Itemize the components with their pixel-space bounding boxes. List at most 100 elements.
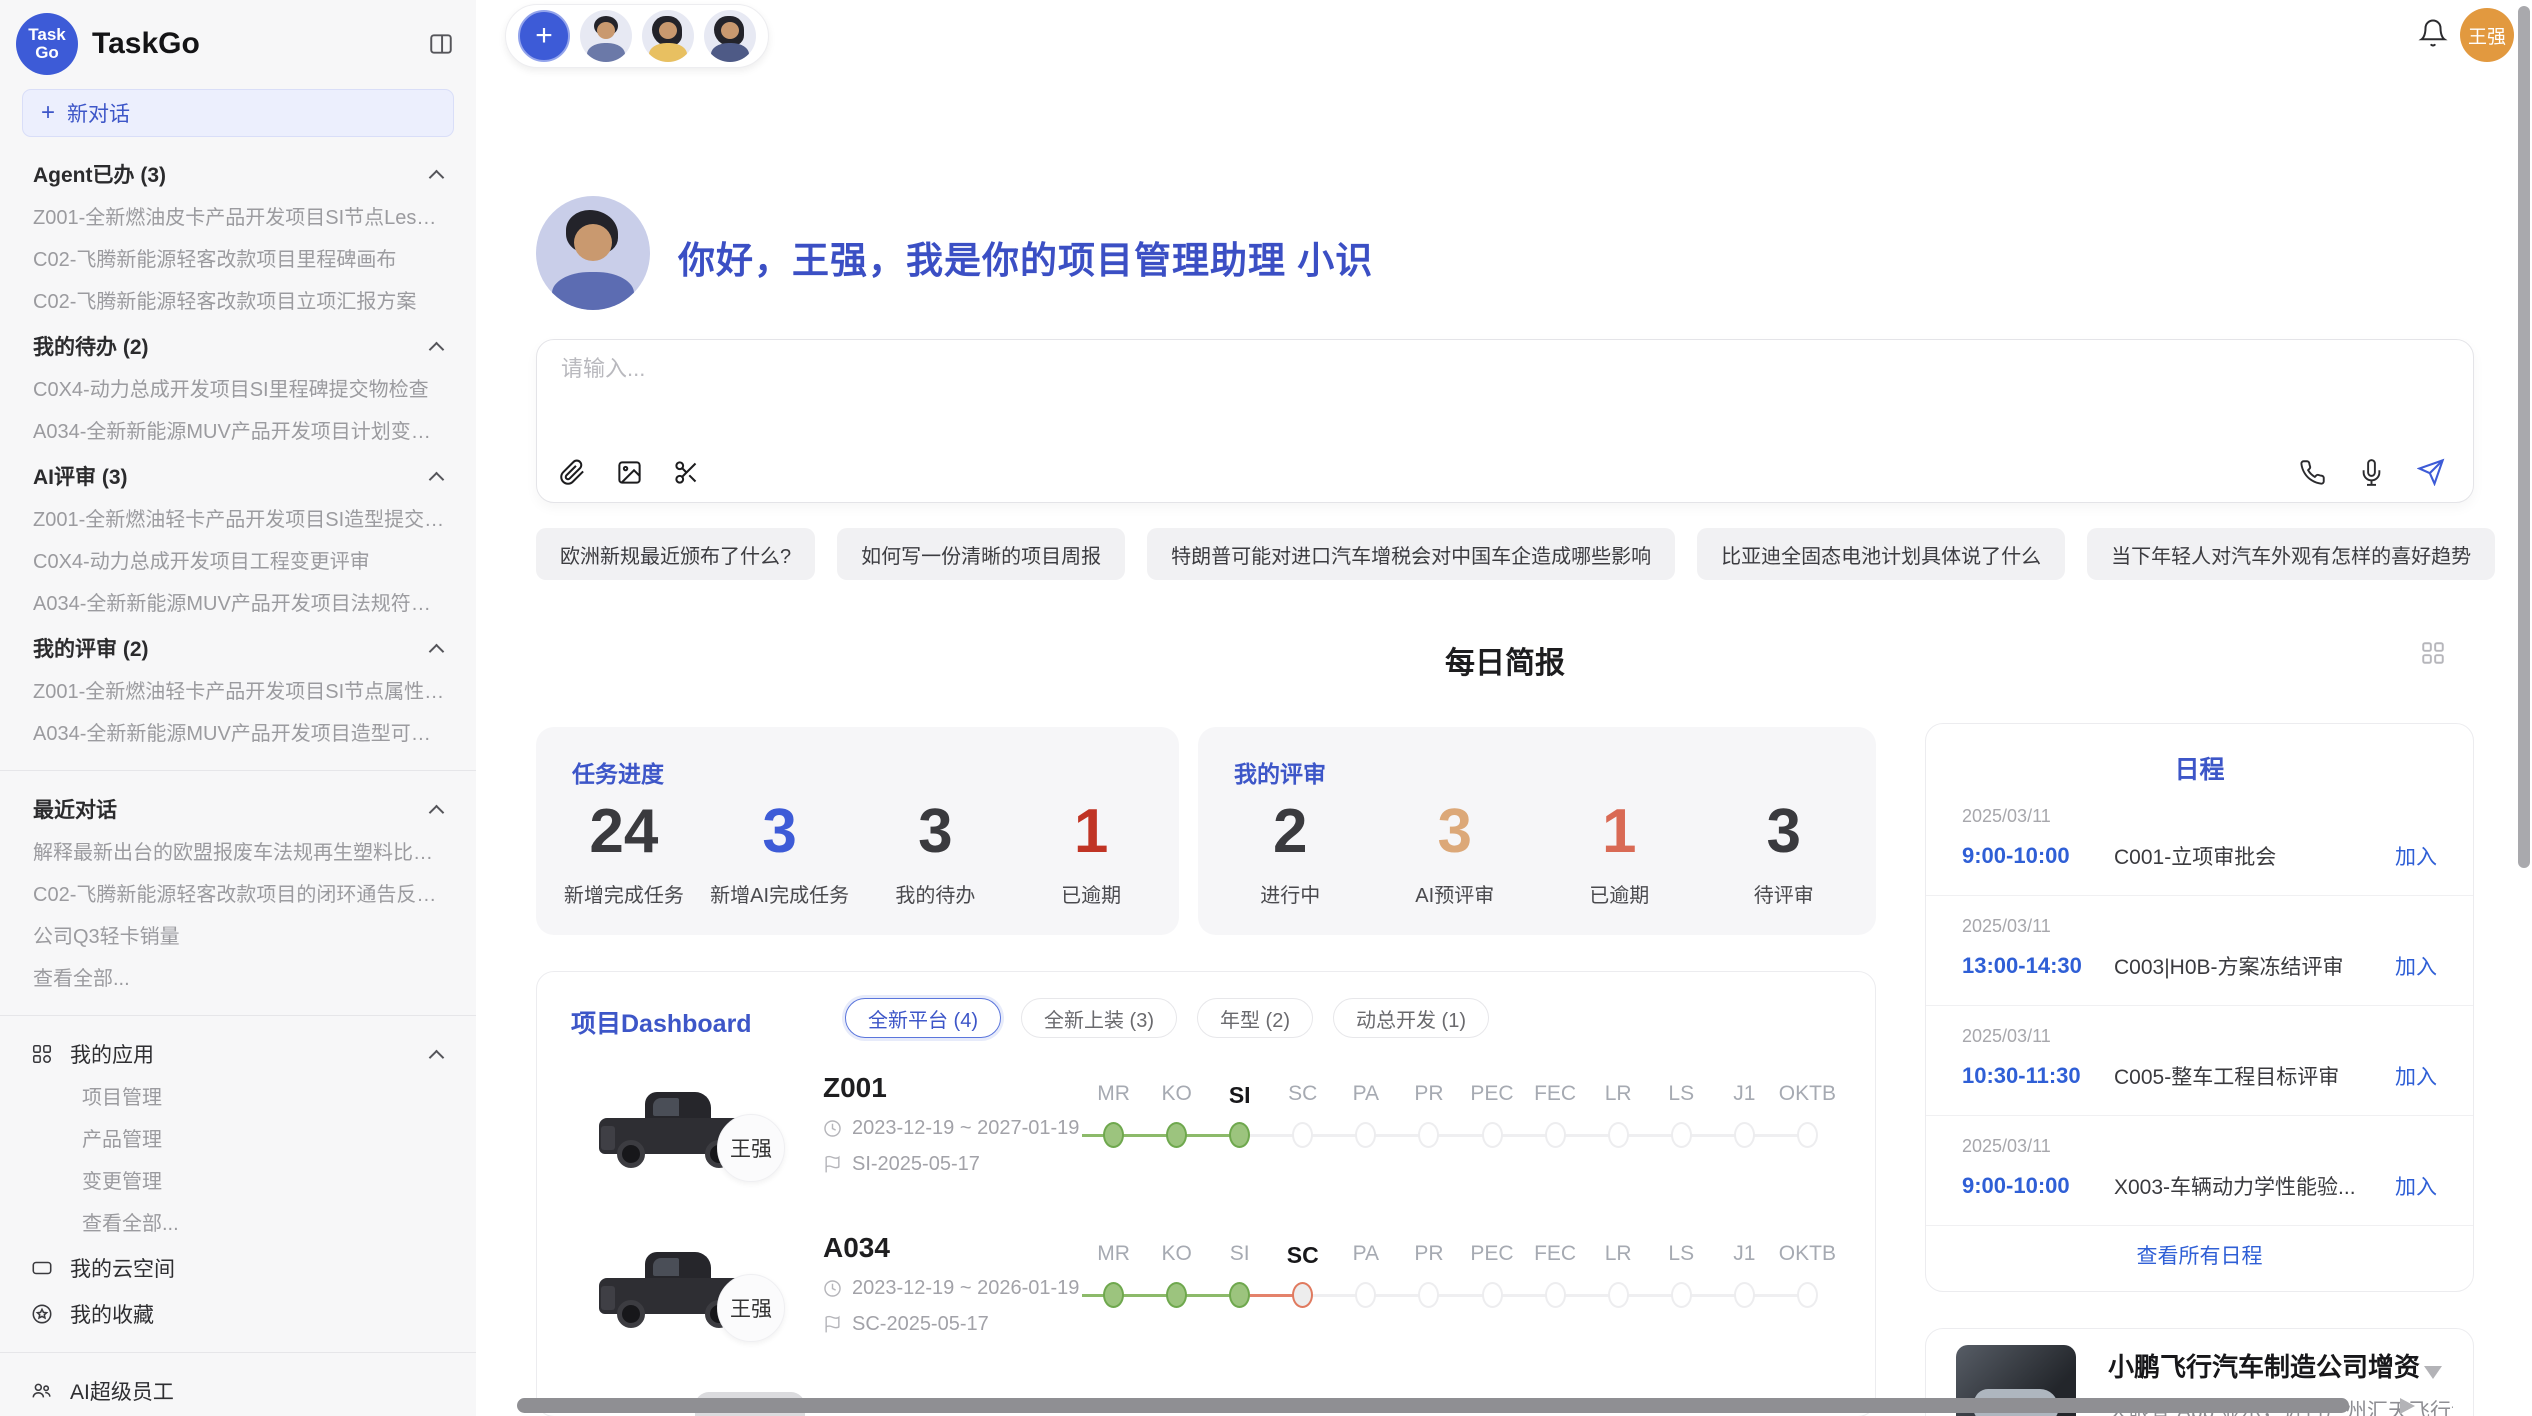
event-time: 10:30-11:30 bbox=[1962, 1063, 2114, 1089]
suggestion-chip[interactable]: 当下年轻人对汽车外观有怎样的喜好趋势 bbox=[2087, 528, 2495, 580]
scissors-icon[interactable] bbox=[673, 459, 700, 486]
stat: 24新增完成任务 bbox=[546, 801, 702, 908]
sidebar-task-item[interactable]: C0X4-动力总成开发项目SI里程碑提交物检查 bbox=[0, 369, 476, 411]
app-link-product-mgmt[interactable]: 产品管理 bbox=[0, 1119, 476, 1161]
new-chat-button[interactable]: + 新对话 bbox=[22, 89, 454, 137]
chat-input[interactable] bbox=[561, 356, 1761, 382]
sidebar-item-label: 我的应用 bbox=[70, 1039, 154, 1069]
project-dates: 2023-12-19 ~ 2026-01-19 bbox=[823, 1277, 1079, 1300]
layout-grid-icon[interactable] bbox=[2420, 640, 2446, 666]
section-my-review[interactable]: 我的评审 (2) bbox=[0, 625, 476, 671]
chevron-up-icon[interactable] bbox=[429, 169, 445, 185]
stat-label: 待评审 bbox=[1702, 879, 1867, 908]
add-chat-button[interactable]: + bbox=[518, 10, 570, 62]
view-all-schedule-link[interactable]: 查看所有日程 bbox=[1926, 1240, 2473, 1270]
user-avatar[interactable]: 王强 bbox=[2460, 8, 2514, 62]
section-label: 我的待办 (2) bbox=[33, 331, 149, 361]
news-title: 小鹏飞行汽车制造公司增资 bbox=[2108, 1347, 2420, 1384]
sidebar-task-item[interactable]: A034-全新新能源MUV产品开发项目计划变更表编写 bbox=[0, 411, 476, 453]
mic-icon[interactable] bbox=[2358, 459, 2385, 486]
scroll-right-arrow[interactable] bbox=[2400, 1398, 2415, 1414]
sidebar-item-ai-super-staff[interactable]: AI超级员工 bbox=[0, 1368, 476, 1414]
filter-chip[interactable]: 动总开发 (1) bbox=[1333, 998, 1489, 1038]
recent-chat-item[interactable]: 公司Q3轻卡销量 bbox=[0, 916, 476, 958]
filter-chip[interactable]: 全新上装 (3) bbox=[1021, 998, 1177, 1038]
sidebar-item-label: 我的云空间 bbox=[70, 1253, 175, 1283]
milestone-dot-done bbox=[1103, 1122, 1124, 1148]
stat-label: 新增完成任务 bbox=[546, 879, 702, 908]
chevron-up-icon[interactable] bbox=[429, 643, 445, 659]
chevron-up-icon[interactable] bbox=[429, 804, 445, 820]
section-agent-done[interactable]: Agent已办 (3) bbox=[0, 151, 476, 197]
stat: 3AI预评审 bbox=[1373, 801, 1538, 908]
sidebar-task-item[interactable]: C0X4-动力总成开发项目工程变更评审 bbox=[0, 541, 476, 583]
horizontal-scrollbar[interactable] bbox=[517, 1398, 2349, 1413]
sidebar-task-item[interactable]: C02-飞腾新能源轻客改款项目立项汇报方案 bbox=[0, 281, 476, 323]
section-my-todo[interactable]: 我的待办 (2) bbox=[0, 323, 476, 369]
avatar[interactable] bbox=[580, 10, 632, 62]
milestone-dot bbox=[1608, 1282, 1629, 1308]
milestone-label: KO bbox=[1145, 1082, 1208, 1118]
sidebar-task-item[interactable]: C02-飞腾新能源轻客改款项目里程碑画布 bbox=[0, 239, 476, 281]
stat-value: 1 bbox=[1013, 801, 1169, 863]
notifications-bell-icon[interactable] bbox=[2418, 18, 2448, 48]
vertical-scrollbar[interactable] bbox=[2518, 6, 2530, 868]
milestone-label: MR bbox=[1082, 1082, 1145, 1118]
sidebar-item-my-favorites[interactable]: 我的收藏 bbox=[0, 1291, 476, 1337]
join-link[interactable]: 加入 bbox=[2395, 1171, 2437, 1201]
stat: 1已逾期 bbox=[1537, 801, 1702, 908]
join-link[interactable]: 加入 bbox=[2395, 951, 2437, 981]
sidebar-task-item[interactable]: Z001-全新燃油皮卡产品开发项目SI节点Lesson Learn报告 bbox=[0, 197, 476, 239]
app-logo: Task Go bbox=[16, 13, 78, 75]
milestone-label: LR bbox=[1587, 1082, 1650, 1118]
image-icon[interactable] bbox=[616, 459, 643, 486]
suggestion-chip[interactable]: 如何写一份清晰的项目周报 bbox=[837, 528, 1125, 580]
join-link[interactable]: 加入 bbox=[2395, 1061, 2437, 1091]
section-ai-review[interactable]: AI评审 (3) bbox=[0, 453, 476, 499]
sidebar-task-item[interactable]: A034-全新新能源MUV产品开发项目法规符合性评审 bbox=[0, 583, 476, 625]
milestone-dot bbox=[1797, 1122, 1818, 1148]
card-title: 我的评审 bbox=[1234, 755, 1326, 789]
suggestion-chip[interactable]: 比亚迪全固态电池计划具体说了什么 bbox=[1697, 528, 2065, 580]
milestone-label: KO bbox=[1145, 1242, 1208, 1278]
flag-milestone: SC-2025-05-17 bbox=[852, 1313, 989, 1336]
assistant-avatar bbox=[536, 196, 650, 310]
milestone-dot bbox=[1292, 1122, 1313, 1148]
sidebar-item-my-apps[interactable]: 我的应用 bbox=[0, 1031, 476, 1077]
stat-value: 1 bbox=[1537, 801, 1702, 863]
sidebar-item-my-cloud[interactable]: 我的云空间 bbox=[0, 1245, 476, 1291]
suggestion-chip[interactable]: 特朗普可能对进口汽车增税会对中国车企造成哪些影响 bbox=[1147, 528, 1675, 580]
join-link[interactable]: 加入 bbox=[2395, 841, 2437, 871]
app-link-project-mgmt[interactable]: 项目管理 bbox=[0, 1077, 476, 1119]
phone-icon[interactable] bbox=[2299, 459, 2326, 486]
avatar[interactable] bbox=[704, 10, 756, 62]
filter-chip[interactable]: 年型 (2) bbox=[1197, 998, 1313, 1038]
app-link-change-mgmt[interactable]: 变更管理 bbox=[0, 1161, 476, 1203]
recent-view-all[interactable]: 查看全部... bbox=[0, 958, 476, 1000]
new-chat-label: 新对话 bbox=[67, 98, 130, 128]
chevron-up-icon[interactable] bbox=[429, 341, 445, 357]
attach-icon[interactable] bbox=[559, 459, 586, 486]
send-icon[interactable] bbox=[2417, 458, 2445, 486]
chevron-up-icon[interactable] bbox=[429, 471, 445, 487]
app-link-view-all[interactable]: 查看全部... bbox=[0, 1203, 476, 1245]
stat-value: 3 bbox=[1702, 801, 1867, 863]
recent-chat-item[interactable]: C02-飞腾新能源轻客改款项目的闭环通告反馈情况 bbox=[0, 874, 476, 916]
project-row[interactable]: 王强 A034 2023-12-19 ~ 2026-01-19 SC-2025-… bbox=[537, 1226, 1875, 1388]
chevron-up-icon[interactable] bbox=[429, 1049, 445, 1065]
project-code: Z001 bbox=[823, 1072, 1079, 1104]
stat-label: 我的待办 bbox=[858, 879, 1014, 908]
collapse-sidebar-icon[interactable] bbox=[428, 31, 454, 57]
schedule-event: 2025/03/11 9:00-10:00 X003-车辆动力学性能验... 加… bbox=[1926, 1116, 2473, 1226]
scroll-down-arrow[interactable] bbox=[2424, 1366, 2442, 1379]
chat-switcher: + bbox=[505, 4, 769, 68]
recent-chat-item[interactable]: 解释最新出台的欧盟报废车法规再生塑料比例被调至15%... bbox=[0, 832, 476, 874]
sidebar-task-item[interactable]: Z001-全新燃油轻卡产品开发项目SI节点属性5D文件评审 bbox=[0, 671, 476, 713]
sidebar-task-item[interactable]: A034-全新新能源MUV产品开发项目造型可行性评审 bbox=[0, 713, 476, 755]
filter-chip[interactable]: 全新平台 (4) bbox=[845, 998, 1001, 1038]
section-recent-chats[interactable]: 最近对话 bbox=[0, 786, 476, 832]
suggestion-chip[interactable]: 欧洲新规最近颁布了什么? bbox=[536, 528, 815, 580]
project-row[interactable]: 王强 Z001 2023-12-19 ~ 2027-01-19 SI-2025-… bbox=[537, 1066, 1875, 1228]
sidebar-task-item[interactable]: Z001-全新燃油轻卡产品开发项目SI造型提交物评审 bbox=[0, 499, 476, 541]
avatar[interactable] bbox=[642, 10, 694, 62]
